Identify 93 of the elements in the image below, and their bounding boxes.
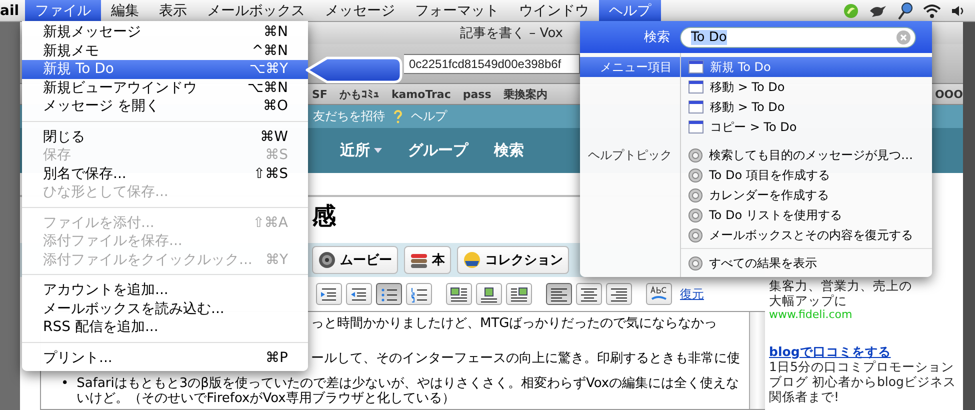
image-right-icon	[509, 285, 529, 303]
image-left-icon	[449, 285, 469, 303]
menu-title[interactable]: ファイル	[25, 0, 102, 21]
help-topic[interactable]: 検索しても目的のメッセージが見つ…	[680, 145, 932, 165]
help-topic[interactable]: To Do 項目を作成する	[680, 165, 932, 185]
menu-item[interactable]: 新規メッセージ ⌘N	[22, 23, 308, 42]
post-title: 感	[312, 201, 336, 232]
ring-icon	[688, 256, 703, 270]
bookmark-link[interactable]: OOO	[934, 88, 963, 100]
section-label: メニュー項目	[600, 58, 672, 76]
ring-icon	[688, 148, 703, 162]
bullet-item: Safariはもともと3のβ版を使っていたので差は少ないが、やはりさくさく。相変わらずVoxの編集には全く使えないけど。（そのせいでFirefoxがVox専用ブラウザと化している）	[76, 376, 740, 406]
show-all-results[interactable]: すべての結果を表示	[680, 253, 932, 273]
menu-result[interactable]: コピー > To Do	[680, 117, 932, 137]
align-right-button[interactable]	[606, 283, 632, 305]
image-center-icon	[479, 285, 499, 303]
image-right-button[interactable]	[506, 283, 532, 305]
books-icon	[410, 251, 428, 269]
ring-icon	[688, 168, 703, 182]
film-reel-icon	[318, 251, 336, 269]
ring-icon	[688, 208, 703, 222]
bookmark-link[interactable]: 乗換案内	[503, 86, 548, 102]
ad-text: 大幅アップに	[769, 293, 848, 308]
caret-icon	[374, 148, 382, 153]
menu-item[interactable]: メッセージ を開く ⌘O	[22, 97, 308, 116]
help-topic[interactable]: To Do リストを使用する	[680, 205, 932, 225]
help-topic[interactable]: カレンダーを作成する	[680, 185, 932, 205]
menu-window-icon	[688, 60, 704, 74]
ad-text: 1日5分の口コミプロモーションブログ 初心者からblogビジネス関係者まで!	[769, 359, 957, 404]
menu-title[interactable]: メールボックス	[197, 0, 316, 21]
nav-link[interactable]: 検索	[494, 141, 524, 160]
body-text: ールして、そのインターフェースの向上に驚き。印刷するときも非常に使	[311, 350, 741, 367]
outdent-button[interactable]	[346, 283, 372, 305]
bullet-marker: •	[61, 376, 69, 393]
menu-item[interactable]: 新規ビューアウインドウ ⌥⌘N	[22, 78, 308, 97]
spellcheck-button[interactable]	[646, 283, 672, 305]
folder-icon	[463, 251, 481, 269]
image-left-button[interactable]	[446, 283, 472, 305]
address-field[interactable]: 0c2251fcd81549d00e398b6f	[404, 54, 580, 74]
menu-window-icon	[688, 100, 704, 114]
nav-link[interactable]: グループ	[408, 141, 468, 160]
menu-item[interactable]: メールボックスを読み込む...	[22, 300, 308, 318]
insert-button[interactable]: ムービー	[312, 246, 398, 274]
menu-item[interactable]: アカウントを追加...	[22, 281, 308, 300]
app-name: ail	[0, 2, 20, 20]
indent-button[interactable]	[316, 283, 342, 305]
menu-result[interactable]: 新規 To Do	[680, 57, 932, 77]
menu-result[interactable]: 移動 > To Do	[680, 97, 932, 117]
menu-result[interactable]: 移動 > To Do	[680, 77, 932, 97]
scrollbar[interactable]	[749, 312, 765, 409]
numbered-list-button[interactable]	[406, 283, 432, 305]
menu-window-icon	[688, 120, 704, 134]
bookmark-link[interactable]: SF	[312, 88, 328, 100]
menu-item[interactable]: RSS 配信を追加...	[22, 318, 308, 336]
ring-icon	[688, 188, 703, 202]
menu-title[interactable]: ヘルプ	[599, 0, 662, 21]
bookmark-link[interactable]: kamoTrac	[391, 88, 451, 100]
section-label: ヘルプトピック	[588, 146, 672, 164]
question-mark-icon	[393, 110, 403, 124]
restore-link[interactable]: 復元	[680, 286, 704, 302]
menu-item[interactable]: 新規 To Do ⌥⌘Y	[22, 60, 308, 78]
nav-link[interactable]: 近所	[340, 141, 382, 160]
menu-window-icon	[688, 80, 704, 94]
numbered-list-icon	[409, 285, 429, 303]
menu-item[interactable]: プリント... ⌘P	[22, 348, 308, 367]
search-field[interactable]: To Do	[680, 26, 916, 48]
wifi-icon[interactable]	[923, 4, 941, 18]
align-left-button[interactable]	[546, 283, 572, 305]
help-topic[interactable]: メールボックスとその内容を復元する	[680, 225, 932, 245]
menu-title[interactable]: フォーマット	[405, 0, 510, 21]
ad-link[interactable]: blogで口コミをする	[769, 344, 957, 359]
window-title: 記事を書く – Vox	[460, 25, 563, 42]
menu-title[interactable]: 表示	[149, 0, 198, 21]
ring-icon	[688, 228, 703, 242]
image-center-button[interactable]	[476, 283, 502, 305]
bookmark-link[interactable]: pass	[462, 88, 492, 100]
insert-button[interactable]: コレクション	[457, 246, 569, 274]
menu-item[interactable]: 閉じる ⌘W	[22, 128, 308, 146]
insert-button[interactable]: 本	[404, 246, 451, 274]
ad-text: 集客力、営業力、売上の	[769, 278, 913, 293]
body-text: っと時間かかりましたけど、MTGばっかりだったので気にならなかっ	[311, 315, 718, 332]
align-center-button[interactable]	[576, 283, 602, 305]
menu-title[interactable]: メッセージ	[315, 0, 406, 21]
speaker-icon[interactable]	[951, 4, 965, 16]
bookmark-link[interactable]: かもｺﾐｭ	[339, 86, 380, 102]
bird-icon[interactable]	[869, 4, 887, 18]
menu-item[interactable]: 新規メモ ^⌘N	[22, 42, 308, 60]
search-label: 検索	[644, 30, 670, 45]
menu-title[interactable]: 編集	[101, 0, 150, 21]
spellcheck-icon	[649, 285, 669, 303]
bullet-list-button[interactable]	[376, 283, 402, 305]
menu-title[interactable]: ウインドウ	[509, 0, 600, 21]
menu-item[interactable]: 別名で保存... ⇧⌘S	[22, 164, 308, 183]
